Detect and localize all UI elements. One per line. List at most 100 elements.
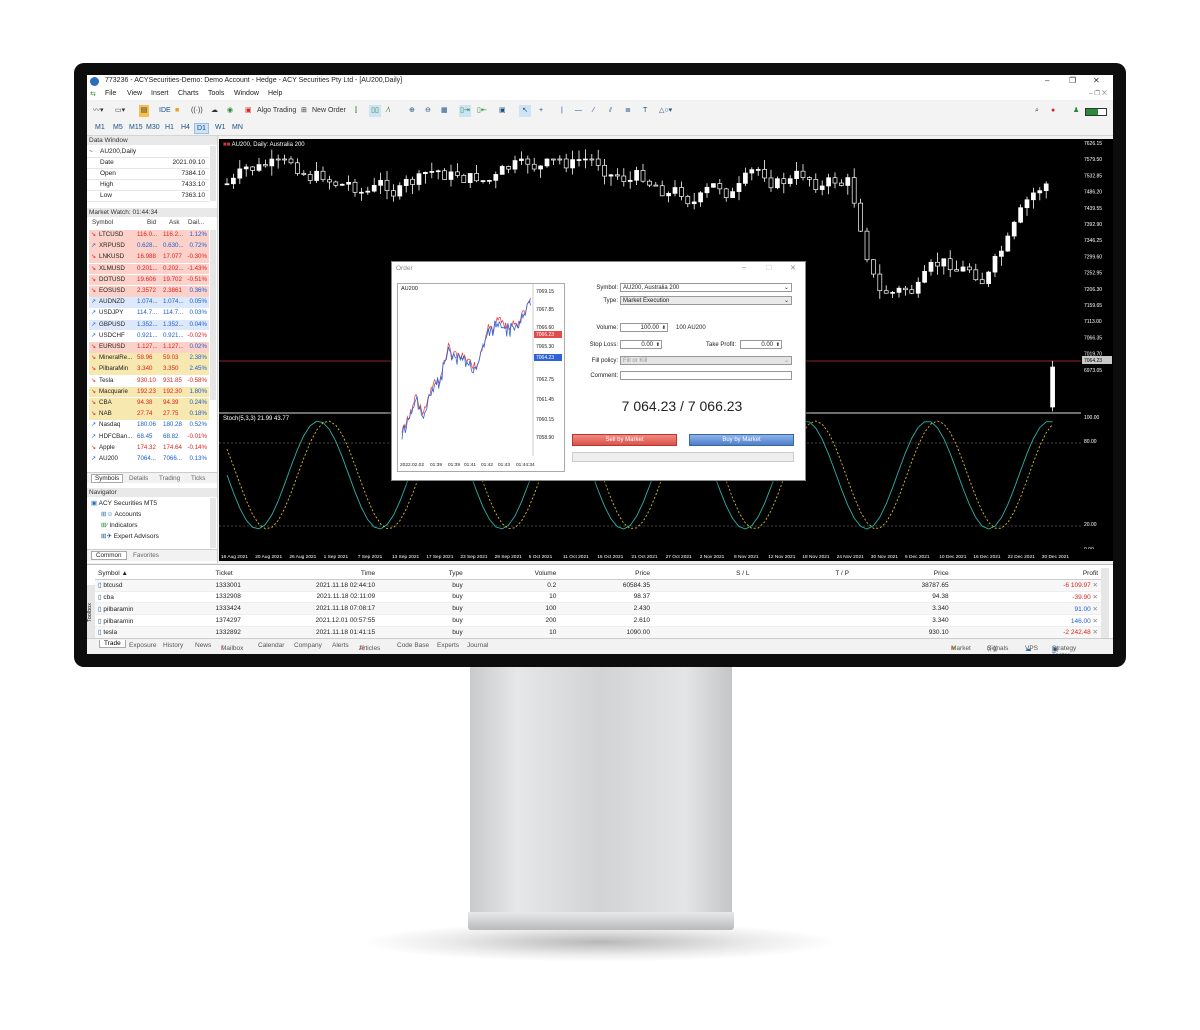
tab-alerts[interactable]: Alerts xyxy=(332,642,349,649)
market-watch-row[interactable]: ↘ Tesla 930.10 931.85 -0.58% xyxy=(89,375,209,387)
market-watch-row[interactable]: ↗ Nasdaq 180.06 180.28 0.52% xyxy=(89,420,209,431)
stepper-icon[interactable]: ⬍ xyxy=(656,341,660,350)
market-watch-row[interactable]: ↘ EURUSD 1.127... 1.127... 0.02% xyxy=(89,342,209,353)
col-price[interactable]: Price xyxy=(559,568,653,580)
market-watch-row[interactable]: ↗ USDJPY 114.7... 114.7... 0.03% xyxy=(89,308,209,319)
zoom-in-icon[interactable]: ⊕ xyxy=(409,105,415,117)
market-watch-row[interactable]: ↘ CBA 94.38 94.39 0.24% xyxy=(89,398,209,409)
tab-details[interactable]: Details xyxy=(129,475,148,482)
market-watch-row[interactable]: ↘ MineralRe... 58.96 59.03 2.38% xyxy=(89,353,209,364)
market-watch-row[interactable]: ↘ LNKUSD 16.988 17.077 -0.30% xyxy=(89,252,209,263)
menu-charts[interactable]: Charts xyxy=(178,90,199,97)
cursor-icon[interactable]: ↖ xyxy=(519,105,531,117)
type-select[interactable]: Market Execution ⌄ xyxy=(620,296,792,305)
horizontal-line-icon[interactable]: — xyxy=(575,105,582,117)
market-watch-row[interactable]: ↘ EOSUSD 2.3572 2.3861 0.36% xyxy=(89,286,209,297)
menu-restore-icon[interactable]: ⎯ ❐ ✕ xyxy=(1089,90,1107,98)
tab-articles[interactable]: Articles 18 xyxy=(359,642,380,652)
vertical-line-icon[interactable]: | xyxy=(561,105,563,117)
tab-history[interactable]: History xyxy=(163,642,183,649)
col-ticket[interactable]: Ticket xyxy=(212,568,291,580)
new-order-button[interactable]: New Order xyxy=(312,105,346,117)
tf-mn[interactable]: MN xyxy=(230,123,245,132)
navigator-indicators[interactable]: ⊞⁄ Indicators xyxy=(101,521,138,529)
navigator-experts[interactable]: ⊞✈ Expert Advisors xyxy=(101,532,159,540)
minimize-button[interactable]: – xyxy=(1045,76,1049,85)
close-position-icon[interactable]: ✕ xyxy=(1093,629,1098,636)
navigator-scrollbar[interactable] xyxy=(210,498,216,548)
tab-ticks[interactable]: Ticks xyxy=(191,475,205,482)
close-button[interactable]: ✕ xyxy=(1093,76,1100,85)
col-sl[interactable]: S / L xyxy=(652,568,753,580)
market-watch-row[interactable]: ↘ Apple 174.32 174.64 -0.14% xyxy=(89,442,209,454)
close-position-icon[interactable]: ✕ xyxy=(1093,582,1098,589)
market-watch-row[interactable]: ↗ AUDNZD 1.074... 1.074... 0.05% xyxy=(89,297,209,308)
tab-trade[interactable]: Trade xyxy=(99,640,126,648)
tab-common[interactable]: Common xyxy=(91,551,127,560)
market-watch-row[interactable]: ↘ Macquarie 192.23 192.30 1.80% xyxy=(89,386,209,398)
stepper-icon[interactable]: ⬍ xyxy=(662,324,666,333)
search-icon[interactable]: ⌕ xyxy=(1035,105,1039,117)
new-order-icon[interactable]: ⊞ xyxy=(301,105,307,117)
tf-m30[interactable]: M30 xyxy=(144,123,162,132)
grid-icon[interactable]: ▦ xyxy=(441,105,448,117)
market-watch-row[interactable]: ↗ AU200 7064... 7066... 0.13% xyxy=(89,454,209,465)
ide-button[interactable]: IDE xyxy=(159,105,171,117)
trade-row[interactable]: ▯ cba 1332908 2021.11.18 02:11:09 buy 10 98.3… xyxy=(95,591,1101,604)
close-position-icon[interactable]: ✕ xyxy=(1093,618,1098,625)
tab-calendar[interactable]: Calendar xyxy=(258,642,284,649)
tab-exposure[interactable]: Exposure xyxy=(129,642,156,649)
stepper-icon[interactable]: ⬍ xyxy=(776,341,780,350)
tab-favorites[interactable]: Favorites xyxy=(133,552,159,559)
fibonacci-icon[interactable]: ≣ xyxy=(625,105,631,117)
stop-loss-input[interactable]: 0.00 ⬍ xyxy=(620,340,662,349)
market-watch-row[interactable]: ↘ DOTUSD 19.606 19.702 -0.51% xyxy=(89,274,209,286)
tab-trading[interactable]: Trading xyxy=(159,475,180,482)
tab-journal[interactable]: Journal xyxy=(467,642,488,649)
signal-icon[interactable]: ((·)) xyxy=(191,105,203,117)
fill-policy-select[interactable]: Fill or Kill ⌄ xyxy=(620,356,792,365)
bar-chart-icon[interactable]: ⫿ xyxy=(355,105,357,117)
tf-w1[interactable]: W1 xyxy=(213,123,228,132)
lock-icon[interactable]: ■ xyxy=(175,105,179,117)
comment-input[interactable] xyxy=(620,371,792,380)
take-profit-input[interactable]: 0.00 ⬍ xyxy=(740,340,782,349)
chart-shift-icon[interactable]: ▯⇤ xyxy=(477,105,487,117)
profiles-icon[interactable]: ▭▾ xyxy=(115,105,125,117)
buy-by-market-button[interactable]: Buy by Market xyxy=(689,434,794,446)
col-symbol[interactable]: Symbol ▲ xyxy=(95,568,213,580)
tf-m15[interactable]: M15 xyxy=(127,123,145,132)
vps-icon[interactable]: ◉ xyxy=(227,105,233,117)
close-position-icon[interactable]: ✕ xyxy=(1093,606,1098,613)
notifications-icon[interactable]: ● xyxy=(1051,105,1055,117)
trade-row[interactable]: ▯ pilbaramin 1333424 2021.11.18 07:08:17 bu… xyxy=(95,602,1101,616)
cloud-icon[interactable]: ☁ xyxy=(211,105,218,117)
chart-type-icon[interactable]: 〰▾ xyxy=(93,105,104,117)
tf-h4[interactable]: H4 xyxy=(179,123,192,132)
col-type[interactable]: Type xyxy=(378,568,466,580)
trade-row[interactable]: ▯ tesla 1332892 2021.11.18 01:41:15 buy 10 10… xyxy=(95,626,1101,639)
navigator-accounts[interactable]: ⊞☺ Accounts xyxy=(101,510,141,518)
market-watch-row[interactable]: ↘ NAB 27.74 27.75 0.18% xyxy=(89,409,209,420)
zoom-out-icon[interactable]: ⊖ xyxy=(425,105,431,117)
crosshair-icon[interactable]: + xyxy=(539,105,543,117)
menu-tools[interactable]: Tools xyxy=(208,90,224,97)
market-watch-row[interactable]: ↘ XLMUSD 0.201... 0.202... -1.43% xyxy=(89,263,209,275)
text-icon[interactable]: T xyxy=(643,105,647,117)
market-watch-row[interactable]: ↗ XRPUSD 0.628... 0.630... 0.72% xyxy=(89,241,209,252)
col-tp[interactable]: T / P xyxy=(752,568,852,580)
algo-stop-icon[interactable]: ▣ xyxy=(245,105,252,117)
algo-trading-button[interactable]: Algo Trading xyxy=(257,105,296,117)
col-volume[interactable]: Volume xyxy=(465,568,560,580)
menu-file[interactable]: File xyxy=(105,90,116,97)
tf-m1[interactable]: M1 xyxy=(93,123,107,132)
order-maximize-button[interactable]: ☐ xyxy=(766,264,772,272)
menu-window[interactable]: Window xyxy=(234,90,259,97)
account-icon[interactable]: ♟ xyxy=(1073,105,1079,117)
col-time[interactable]: Time xyxy=(290,568,379,580)
tf-m5[interactable]: M5 xyxy=(111,123,125,132)
tf-d1[interactable]: D1 xyxy=(194,123,209,134)
shapes-icon[interactable]: △○▾ xyxy=(659,105,672,117)
market-watch-row[interactable]: ↗ GBPUSD 1.352... 1.352... 0.04% xyxy=(89,319,209,331)
data-window-scrollbar[interactable] xyxy=(210,146,216,201)
